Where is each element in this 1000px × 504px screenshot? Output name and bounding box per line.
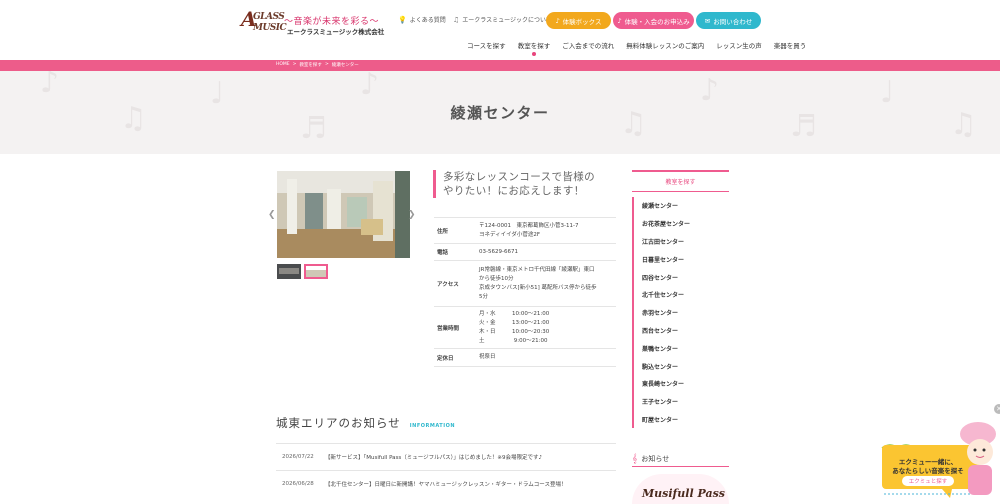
sidebar-item-ohanajaya[interactable]: お花茶屋センター [632, 214, 729, 233]
breadcrumb-school[interactable]: 教室を探す [299, 62, 322, 68]
nav-course[interactable]: コースを探す [467, 40, 506, 50]
sidebar-item-higashinagasaki[interactable]: 東長崎センター [632, 374, 729, 393]
info-row-hours: 営業時間 月・水 10:00〜21:00 火・金 13:00〜21:00 木・日… [434, 307, 616, 349]
center-photo [277, 171, 410, 258]
contact-button[interactable]: ✉ お問い合わせ [696, 12, 761, 29]
music-note-icon: ♪ [617, 16, 622, 25]
sidebar-item-kitasenju[interactable]: 北千住センター [632, 285, 729, 304]
about-link[interactable]: ♫ エークラスミュージックについて [453, 15, 552, 25]
trial-box-button[interactable]: ♪ 体験ボックス [546, 12, 611, 29]
sidebar-item-ekoda[interactable]: 江古田センター [632, 232, 729, 251]
classroom-photo [277, 171, 410, 258]
page-hero: ♪ ♫ ♩ ♬ ♪ ♫ ♪ ♬ ♩ ♫ 綾瀬センター [0, 71, 1000, 154]
sidebar-item-ayase[interactable]: 綾瀬センター [632, 197, 729, 215]
catch-copy: 多彩なレッスンコースで皆様の やりたい！にお応えします！ [433, 170, 623, 198]
widget-search-button[interactable]: エクミュと探す [902, 476, 954, 486]
main-nav: コースを探す 教室を探す ご入会までの流れ 無料体験レッスンのご案内 レッスン生… [460, 40, 807, 56]
info-row-address: 住所 〒124-0001 東京都葛飾区小菅3-11-7 ヨネディイイダ小菅途2F [434, 217, 616, 244]
thumbnail-1[interactable] [277, 264, 301, 279]
faq-link[interactable]: 💡 よくある質問 [398, 15, 446, 25]
apply-button[interactable]: ♪ 体験・入会のお申込み [613, 12, 694, 29]
sidebar-item-yotsuya[interactable]: 四谷センター [632, 268, 729, 286]
center-info-table: 住所 〒124-0001 東京都葛飾区小菅3-11-7 ヨネディイイダ小菅途2F… [434, 217, 616, 367]
active-indicator [531, 52, 536, 56]
phone-number[interactable]: 03-5629-6671 [479, 248, 616, 257]
sidebar-item-machiya[interactable]: 町屋センター [632, 410, 729, 429]
center-list: 綾瀬センター お花茶屋センター 江古田センター 日暮里センター 四谷センター 北… [632, 197, 729, 429]
logo-company: エークラスミュージック株式会社 [287, 28, 385, 36]
info-row-closed: 定休日 祝祭日 [434, 349, 616, 367]
slider-prev-icon[interactable]: ❮ [268, 210, 276, 220]
news-text: 【北千住センター】日曜日に新開講！ヤマハミュージックレッスン・ギター・ドラムコー… [325, 482, 567, 488]
nav-school[interactable]: 教室を探す [518, 40, 550, 56]
news-date: 2026/07/22 [282, 454, 314, 460]
sidebar-item-sugamo[interactable]: 巣鴨センター [632, 339, 729, 358]
breadcrumb: HOME > 教室を探す > 綾瀬センター [276, 62, 359, 68]
news-text: 【新サービス】「Musifull Pass（ミュージフルパス）」はじめました！※… [325, 455, 543, 461]
thumbnail-2[interactable] [304, 264, 328, 279]
sidebar-item-oji[interactable]: 王子センター [632, 392, 729, 411]
info-row-access: アクセス JR常磐線・東京メトロ千代田線「綾瀬駅」東口 から徒歩10分 京成タウ… [434, 261, 616, 307]
sidebar-news-heading: 𝄞 お知らせ [632, 452, 729, 467]
site-header: A GLASS MUSIC 〜音楽が未来を彩る〜 エークラスミュージック株式会社… [0, 0, 1000, 60]
news-list: 2026/07/22 【新サービス】「Musifull Pass（ミュージフルパ… [276, 443, 616, 497]
info-row-phone: 電話 03-5629-6671 [434, 244, 616, 261]
nav-instruments[interactable]: 楽器を買う [774, 40, 807, 50]
close-icon[interactable]: ✕ [994, 404, 1000, 414]
news-heading: 城東エリアのお知らせ INFORMATION [276, 416, 456, 430]
sidebar-item-komagome[interactable]: 駒込センター [632, 357, 729, 375]
sidebar-heading: 教室を探す [632, 170, 729, 192]
news-date: 2026/06/28 [282, 481, 314, 487]
slider-next-icon[interactable]: ❯ [408, 210, 416, 220]
nav-voices[interactable]: レッスン生の声 [716, 40, 762, 50]
news-item[interactable]: 2026/07/22 【新サービス】「Musifull Pass（ミュージフルパ… [276, 443, 616, 470]
page-title: 綾瀬センター [450, 104, 550, 122]
sidebar-item-nishidai[interactable]: 西台センター [632, 321, 729, 340]
breadcrumb-home[interactable]: HOME [276, 62, 290, 68]
news-item[interactable]: 2026/06/28 【北千住センター】日曜日に新開講！ヤマハミュージックレッス… [276, 470, 616, 497]
site-logo[interactable]: A GLASS MUSIC 〜音楽が未来を彩る〜 エークラスミュージック株式会社 [241, 9, 385, 36]
mail-icon: ✉ [704, 16, 711, 25]
musifull-pass-banner[interactable]: Musifull Pass [632, 474, 729, 504]
sidebar-item-nippori[interactable]: 日暮里センター [632, 250, 729, 269]
music-note-icon: 𝄞 [632, 454, 638, 464]
nav-trial[interactable]: 無料体験レッスンのご案内 [626, 40, 704, 50]
lightbulb-icon: 💡 [398, 15, 407, 24]
breadcrumb-current: 綾瀬センター [331, 63, 359, 68]
music-note-icon: ♪ [555, 16, 560, 25]
nav-flow[interactable]: ご入会までの流れ [562, 40, 614, 50]
pink-band [0, 60, 1000, 71]
music-note-icon: ♫ [453, 15, 460, 24]
character-widget[interactable]: エクミュー一緒に、 あなたらしい音楽を探そう！ エクミュと探す [880, 418, 1000, 504]
sidebar-item-akabane[interactable]: 赤羽センター [632, 303, 729, 322]
